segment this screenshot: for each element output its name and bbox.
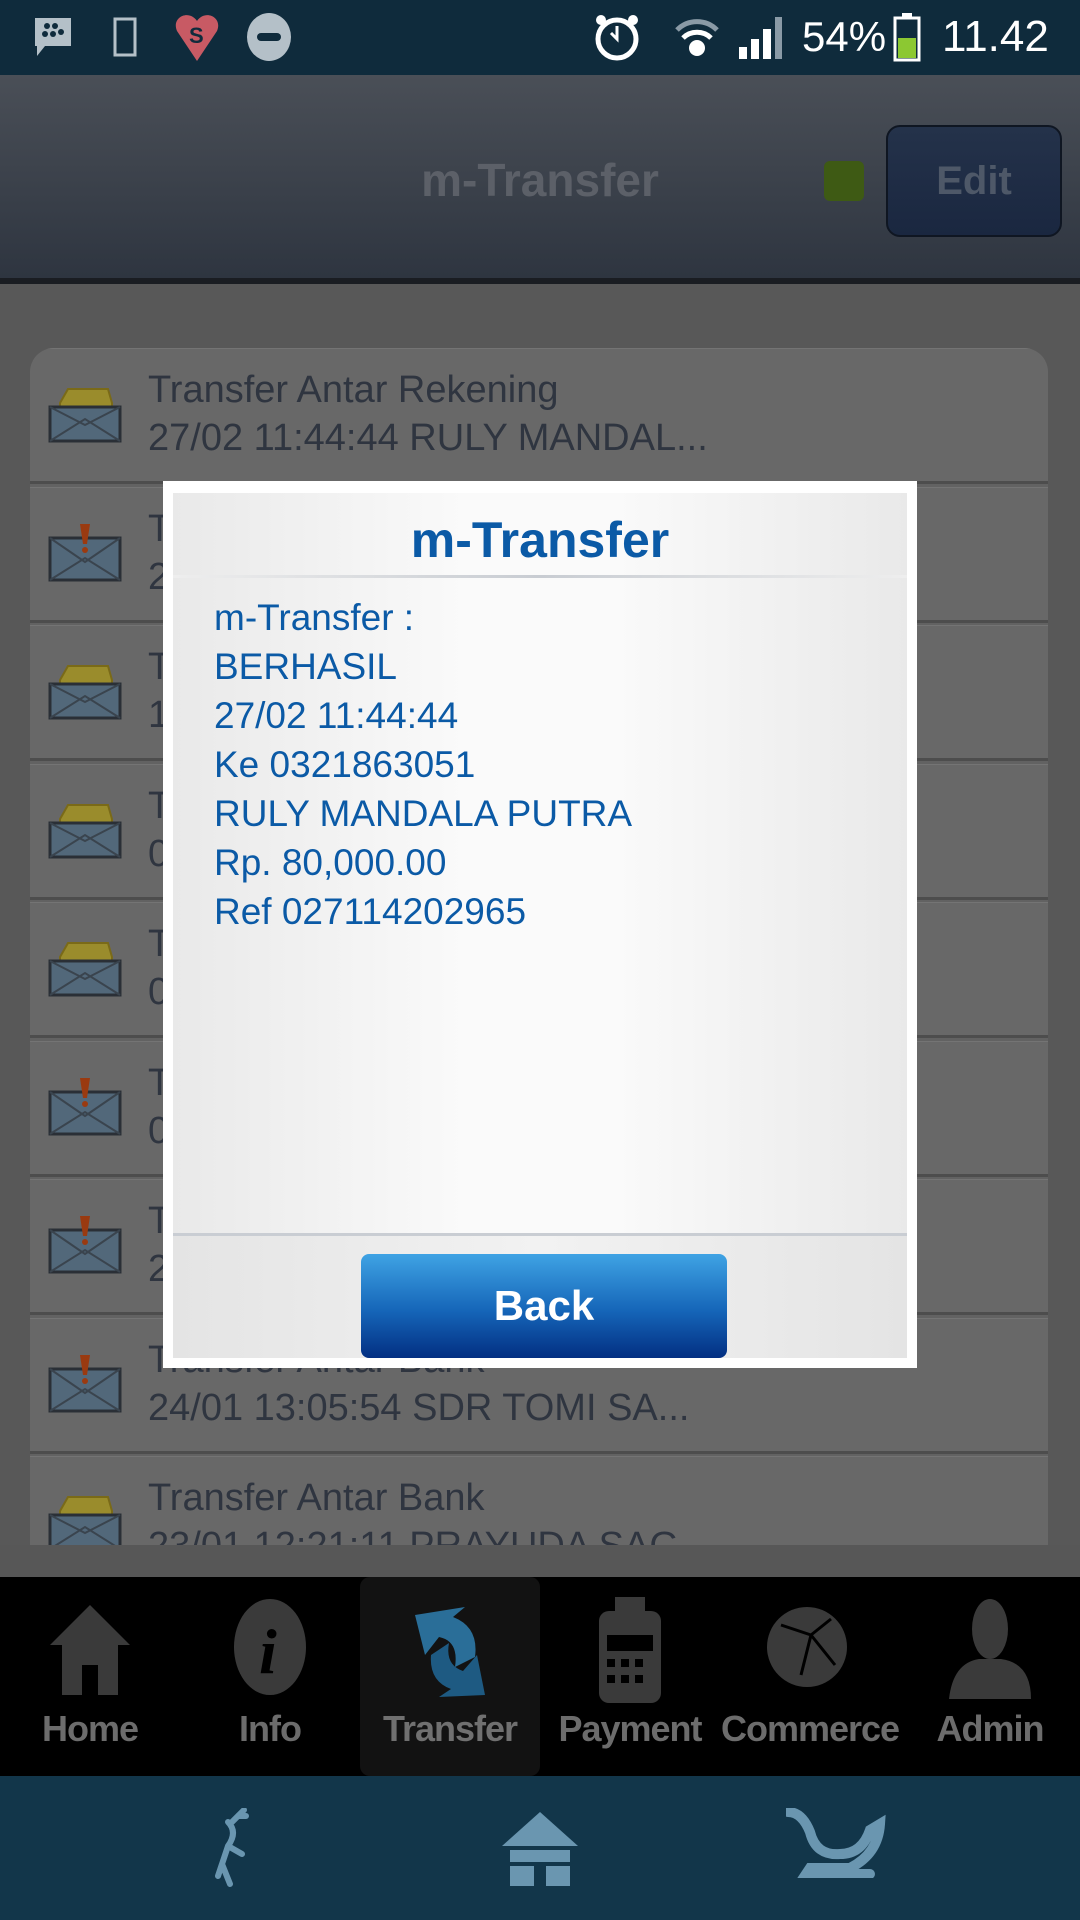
- wifi-icon: [672, 12, 722, 62]
- dialog-title: m-Transfer: [410, 512, 670, 568]
- item-title: Transfer Antar Rekening: [148, 369, 559, 411]
- dialog-message: m-Transfer : BERHASIL 27/02 11:44:44 Ke 032…: [214, 593, 632, 936]
- svg-text:i: i: [259, 1616, 277, 1687]
- clock: 11.42: [942, 12, 1049, 61]
- house-icon[interactable]: [498, 1808, 582, 1893]
- message-line: RULY MANDALA PUTRA: [214, 793, 633, 834]
- tab-label: Transfer: [382, 1708, 518, 1749]
- open-envelope-icon: [48, 1491, 122, 1545]
- sleigh-icon[interactable]: [783, 1807, 886, 1883]
- open-envelope-icon: [48, 937, 122, 997]
- message-line: 27/02 11:44:44: [214, 695, 459, 736]
- tab-info[interactable]: i Info: [180, 1577, 360, 1776]
- divider: [173, 575, 907, 578]
- failed-envelope-icon: [48, 1214, 122, 1274]
- tab-commerce[interactable]: Commerce: [720, 1577, 900, 1776]
- svg-text:S: S: [189, 23, 204, 48]
- dialog-panel: m-Transfer m-Transfer : BERHASIL 27/02 11:…: [173, 493, 907, 1358]
- failed-envelope-icon: [48, 1353, 122, 1413]
- failed-envelope-icon: [48, 522, 122, 582]
- alarm-icon: [592, 12, 642, 62]
- app-header: m-Transfer Edit: [0, 75, 1080, 284]
- battery-icon: [892, 12, 922, 62]
- battery-percent: 54%: [802, 13, 887, 60]
- edit-button[interactable]: Edit: [886, 125, 1062, 237]
- list-item[interactable]: Transfer Antar Rekening 27/02 11:44:44 RU…: [30, 348, 1048, 484]
- failed-envelope-icon: [48, 1076, 122, 1136]
- tab-payment[interactable]: Payment: [540, 1577, 720, 1776]
- item-detail: 24/01 13:05:54 SDR TOMI SA...: [148, 1386, 690, 1429]
- tab-label: Admin: [936, 1708, 1045, 1749]
- message-line: Ke 0321863051: [214, 744, 476, 785]
- tab-home[interactable]: Home: [0, 1577, 180, 1776]
- tab-label: Commerce: [720, 1708, 900, 1749]
- open-envelope-icon: [48, 799, 122, 859]
- dialog-footer: Back: [173, 1233, 907, 1358]
- tab-admin[interactable]: Admin: [900, 1577, 1080, 1776]
- back-button[interactable]: Back: [361, 1254, 727, 1358]
- item-title: Transfer Antar Bank: [148, 1477, 485, 1519]
- tab-label: Info: [239, 1708, 302, 1749]
- bottom-nav: [0, 1776, 1080, 1920]
- list-footer-gap: [0, 1545, 1080, 1577]
- phone-icon: [112, 12, 138, 62]
- signal-icon: [738, 12, 784, 62]
- tab-bar: Home i Info Transfer Payment Commerce Admin: [0, 1577, 1080, 1776]
- status-indicator: [824, 161, 864, 201]
- bbm-icon: [30, 12, 76, 62]
- open-envelope-icon: [48, 660, 122, 720]
- item-detail: 27/02 11:44:44 RULY MANDAL...: [148, 417, 708, 459]
- message-line: BERHASIL: [214, 646, 398, 687]
- message-line: m-Transfer :: [214, 597, 415, 638]
- status-bar: S 54% 11.42: [0, 0, 1080, 75]
- result-dialog: m-Transfer m-Transfer : BERHASIL 27/02 11:…: [163, 481, 917, 1368]
- tab-label: Home: [41, 1708, 139, 1749]
- reindeer-icon[interactable]: [198, 1807, 278, 1893]
- skype-icon: [244, 12, 294, 62]
- list-item[interactable]: Transfer Antar Bank 23/01 12:21:11 PRAYUD…: [30, 1456, 1048, 1545]
- tab-label: Payment: [558, 1708, 702, 1749]
- message-line: Ref 027114202965: [214, 891, 527, 932]
- sfree-heart-icon: S: [172, 12, 222, 62]
- open-envelope-icon: [48, 383, 122, 443]
- item-detail: 23/01 12:21:11 PRAYUDA SAG...: [148, 1525, 711, 1545]
- message-line: Rp. 80,000.00: [214, 842, 447, 883]
- tab-transfer[interactable]: Transfer: [360, 1577, 540, 1776]
